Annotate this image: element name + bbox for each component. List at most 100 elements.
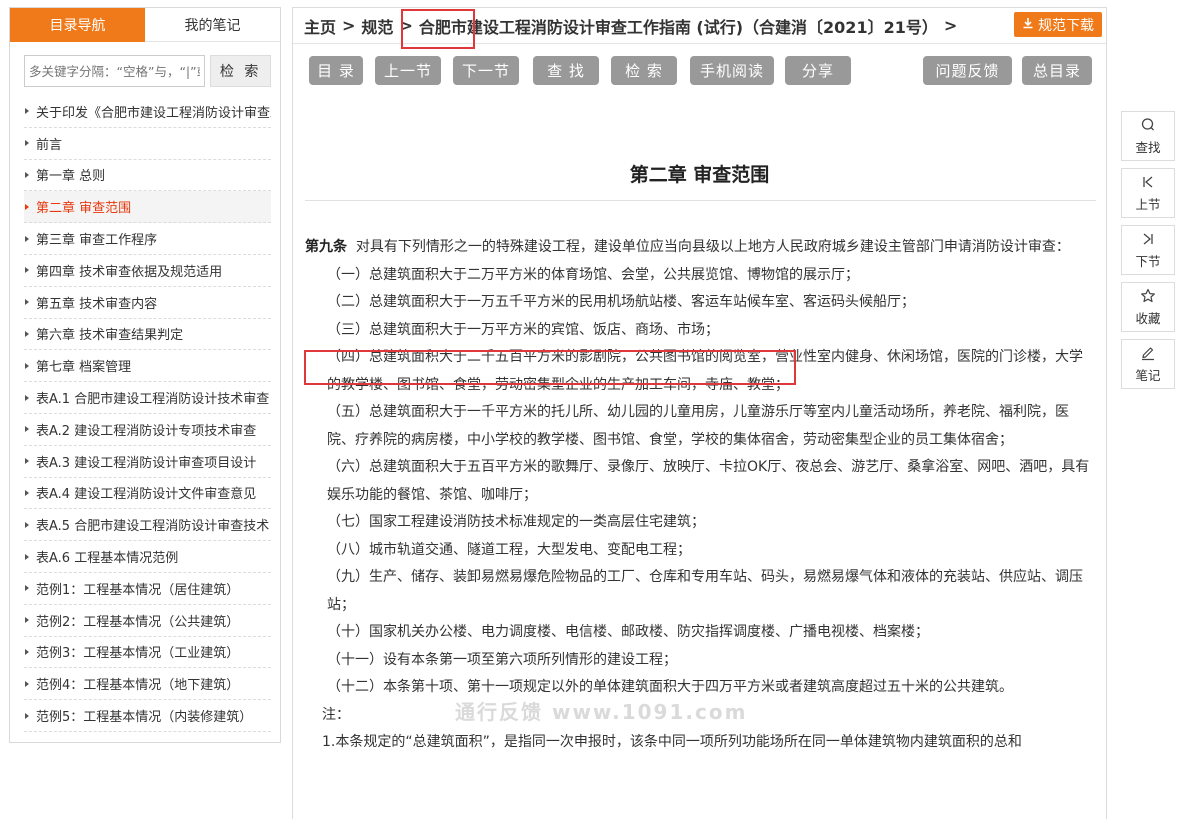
toc-item[interactable]: 范例5：工程基本情况（内装修建筑） — [24, 700, 271, 732]
toc-item[interactable]: 表A.4 建设工程消防设计文件审查意见 — [24, 478, 271, 510]
find-button[interactable]: 查 找 — [533, 56, 599, 85]
article-item: （二）总建筑面积大于一万五千平方米的民用机场航站楼、客运车站候车室、客运码头候船… — [327, 294, 915, 310]
caret-right-icon — [25, 648, 29, 655]
reader-toolbar: 目 录 上一节 下一节 查 找 检 索 手机阅读 分享 问题反馈 总目录 — [293, 56, 1106, 102]
share-button[interactable]: 分享 — [785, 56, 851, 85]
caret-right-icon — [25, 680, 29, 687]
caret-right-icon — [25, 108, 29, 115]
breadcrumb-separator: > — [399, 16, 413, 35]
caret-right-icon — [25, 171, 29, 178]
side-prev-label: 上节 — [1135, 197, 1161, 212]
caret-right-icon — [25, 458, 29, 465]
article-item: （九）生产、储存、装卸易燃易爆危险物品的工厂、仓库和专用车站、码头，易燃易爆气体… — [327, 569, 1083, 613]
toc-item[interactable]: 范例3：工程基本情况（工业建筑） — [24, 637, 271, 669]
search-button[interactable]: 检 索 — [611, 56, 677, 85]
note-item: 1.本条规定的“总建筑面积”，是指同一次申报时，该条中同一项所列功能场所在同一单… — [322, 734, 1022, 750]
toc-item[interactable]: 第三章 审查工作程序 — [24, 223, 271, 255]
caret-right-icon — [25, 521, 29, 528]
download-button[interactable]: 规范下载 — [1014, 12, 1102, 37]
toc-item-label: 关于印发《合肥市建设工程消防设计审查工作指南（试行）》的通知 — [36, 105, 271, 121]
article-item: （一）总建筑面积大于二万平方米的体育场馆、会堂，公共展览馆、博物馆的展示厅； — [327, 266, 859, 283]
toc-item-label: 范例3：工程基本情况（工业建筑） — [36, 646, 240, 662]
toc-item[interactable]: 表A.3 建设工程消防设计审查项目设计 — [24, 446, 271, 478]
breadcrumb-current: 合肥市建设工程消防设计审查工作指南 (试行)（合建消〔2021〕21号） — [418, 17, 938, 37]
toc-item[interactable]: 前言 — [24, 128, 271, 160]
toc-item[interactable]: 第七章 档案管理 — [24, 350, 271, 383]
toc-item-label: 第四章 技术审查依据及规范适用 — [36, 264, 223, 280]
article-item: （八）城市轨道交通、隧道工程，大型发电、变配电工程； — [327, 541, 691, 558]
toc-item[interactable]: 关于印发《合肥市建设工程消防设计审查工作指南（试行）》的通知 — [24, 96, 271, 128]
toc-item-label: 范例4：工程基本情况（地下建筑） — [36, 678, 240, 694]
toc-item-label: 表A.6 工程基本情况范例 — [36, 551, 179, 567]
caret-right-icon — [25, 235, 29, 242]
side-next-button[interactable]: 下节 — [1121, 225, 1175, 275]
toc-item[interactable]: 表A.5 合肥市建设工程消防设计审查技术 — [24, 509, 271, 542]
toc-item-label: 表A.5 合肥市建设工程消防设计审查技术 — [36, 519, 270, 535]
download-icon — [1022, 17, 1034, 32]
breadcrumb: 主页 > 规范 > 合肥市建设工程消防设计审查工作指南 (试行)（合建消〔202… — [293, 8, 1106, 44]
prev-section-button[interactable]: 上一节 — [375, 56, 441, 85]
toc-item[interactable]: 范例4：工程基本情况（地下建筑） — [24, 668, 271, 701]
next-section-button[interactable]: 下一节 — [453, 56, 519, 85]
toc-item-label: 表A.2 建设工程消防设计专项技术审查 — [36, 423, 257, 439]
side-find-label: 查找 — [1135, 140, 1161, 155]
keyword-search-button[interactable]: 检 索 — [210, 55, 271, 87]
toc-item-label: 第三章 审查工作程序 — [36, 233, 158, 249]
article-item: （七）国家工程建设消防技术标准规定的一类高层住宅建筑； — [327, 514, 705, 530]
all-toc-button[interactable]: 总目录 — [1022, 56, 1092, 85]
toc-item[interactable]: 第一章 总则 — [24, 160, 271, 192]
left-panel: 目录导航 我的笔记 检 索 关于印发《合肥市建设工程消防设计审查工作指南（试行）… — [9, 7, 281, 743]
article-item: （五）总建筑面积大于一千平方米的托儿所、幼儿园的儿童用房，儿童游乐厅等室内儿童活… — [327, 404, 1069, 448]
toc-item[interactable]: 范例2：工程基本情况（公共建筑） — [24, 605, 271, 637]
tab-toc[interactable]: 目录导航 — [10, 8, 145, 42]
side-favorite-label: 收藏 — [1135, 311, 1161, 326]
side-find-button[interactable]: 查找 — [1121, 111, 1175, 161]
caret-right-icon — [25, 426, 29, 433]
toc-item[interactable]: 第二章 审查范围 — [24, 191, 271, 224]
toc-item[interactable]: 表A.1 合肥市建设工程消防设计技术审查 — [24, 382, 271, 414]
breadcrumb-separator: > — [342, 16, 356, 35]
article-item: （十一）设有本条第一项至第六项所列情形的建设工程； — [327, 651, 677, 668]
toc-item[interactable]: 表A.2 建设工程消防设计专项技术审查 — [24, 414, 271, 446]
article-item: （四）总建筑面积大于二千五百平方米的影剧院，公共图书馆的阅览室，营业性室内健身、… — [327, 349, 1083, 393]
divider — [305, 200, 1096, 201]
side-notes-button[interactable]: 笔记 — [1121, 339, 1175, 389]
breadcrumb-category[interactable]: 规范 — [361, 14, 393, 38]
side-favorite-button[interactable]: 收藏 — [1121, 282, 1175, 332]
tab-notes[interactable]: 我的笔记 — [145, 8, 280, 42]
caret-right-icon — [25, 267, 29, 274]
toc-item[interactable]: 第六章 技术审查结果判定 — [24, 319, 271, 351]
caret-right-icon — [25, 203, 29, 210]
side-next-label: 下节 — [1135, 254, 1161, 269]
toc-item[interactable]: 第五章 技术审查内容 — [24, 287, 271, 319]
toc-item[interactable]: 第四章 技术审查依据及规范适用 — [24, 255, 271, 287]
caret-right-icon — [25, 585, 29, 592]
toc-button[interactable]: 目 录 — [309, 56, 363, 85]
toc-item-label: 表A.1 合肥市建设工程消防设计技术审查 — [36, 392, 270, 408]
breadcrumb-home[interactable]: 主页 — [304, 14, 336, 38]
caret-right-icon — [25, 140, 29, 147]
caret-right-icon — [25, 299, 29, 306]
article-item: （六）总建筑面积大于五百平方米的歌舞厅、录像厅、放映厅、卡拉OK厅、夜总会、游艺… — [327, 459, 1090, 503]
watermark: 通行反馈 www.1091.com — [455, 700, 748, 724]
toc-item[interactable]: 范例1：工程基本情况（居住建筑） — [24, 573, 271, 605]
toc-list: 关于印发《合肥市建设工程消防设计审查工作指南（试行）》的通知前言第一章 总则第二… — [24, 96, 271, 732]
article-item: （十）国家机关办公楼、电力调度楼、电信楼、邮政楼、防灾指挥调度楼、广播电视楼、档… — [327, 624, 929, 640]
left-tabs: 目录导航 我的笔记 — [10, 8, 280, 42]
keyword-search-input[interactable] — [24, 55, 206, 87]
feedback-button[interactable]: 问题反馈 — [923, 56, 1012, 85]
pencil-icon — [1140, 344, 1156, 362]
article-body: 第九条 对具有下列情形之一的特殊建设工程，建设单位应当向县级以上地方人民政府城乡… — [305, 234, 1092, 757]
toc-item[interactable]: 表A.6 工程基本情况范例 — [24, 541, 271, 573]
side-prev-button[interactable]: 上节 — [1121, 168, 1175, 218]
caret-right-icon — [25, 553, 29, 560]
chapter-title: 第二章 审查范围 — [629, 164, 770, 186]
toc-item-label: 表A.4 建设工程消防设计文件审查意见 — [36, 487, 257, 503]
toc-item-label: 范例1：工程基本情况（居住建筑） — [36, 582, 240, 598]
article-intro: 第九条 对具有下列情形之一的特殊建设工程，建设单位应当向县级以上地方人民政府城乡… — [305, 234, 1092, 262]
skip-previous-icon — [1141, 173, 1155, 191]
caret-right-icon — [25, 712, 29, 719]
caret-right-icon — [25, 617, 29, 624]
mobile-read-button[interactable]: 手机阅读 — [690, 56, 774, 85]
toc-item-label: 第七章 档案管理 — [36, 360, 132, 376]
